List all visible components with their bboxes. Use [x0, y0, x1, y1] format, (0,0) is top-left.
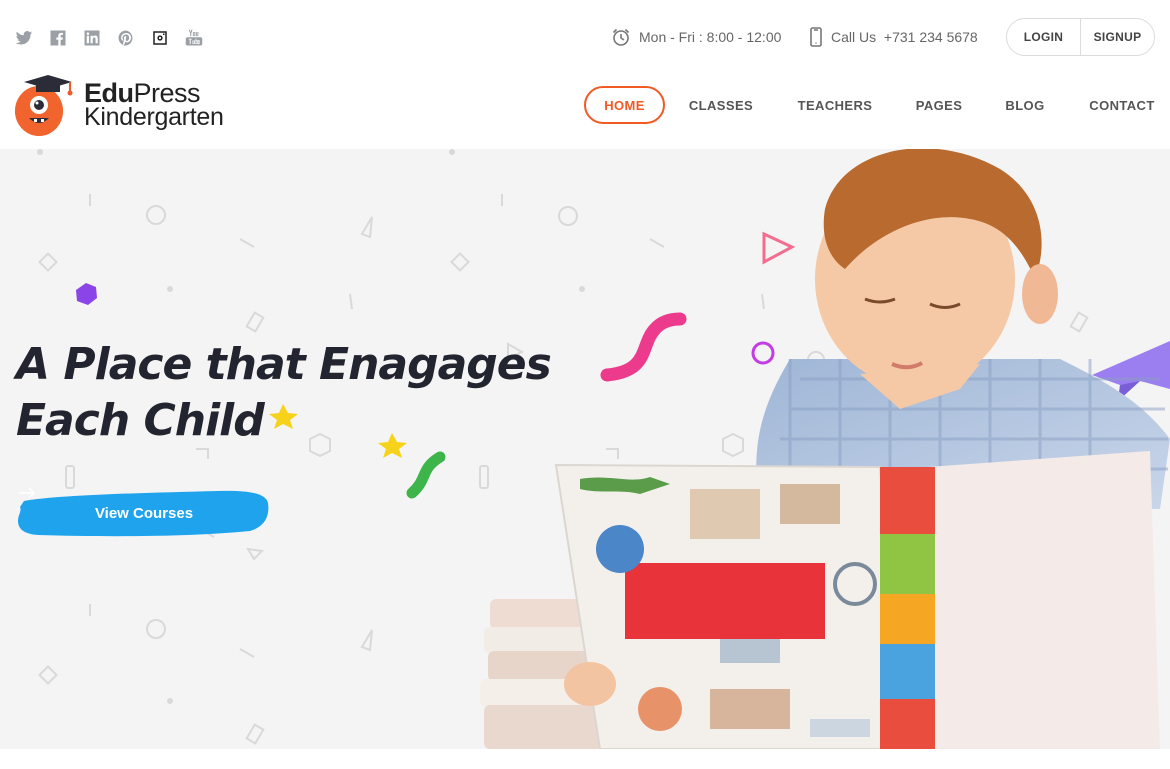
twitter-icon[interactable]	[14, 28, 33, 47]
arrow-right-icon	[19, 487, 36, 499]
mobile-phone-icon	[810, 27, 822, 47]
opening-hours-text: Mon - Fri : 8:00 - 12:00	[639, 29, 782, 45]
nav-classes[interactable]: CLASSES	[680, 86, 762, 124]
auth-buttons: LOGIN SIGNUP	[1006, 18, 1155, 56]
linkedin-icon[interactable]	[82, 28, 101, 47]
hero-headline-line1: A Place that Enagages	[16, 339, 552, 390]
top-bar: Mon - Fri : 8:00 - 12:00 Call Us +731 23…	[0, 0, 1170, 75]
hero-headline: A Place that Enagages Each Child	[16, 337, 552, 449]
nav-home[interactable]: HOME	[584, 86, 665, 124]
phone-text: Call Us +731 234 5678	[831, 29, 978, 45]
nav-teachers[interactable]: TEACHERS	[788, 86, 882, 124]
main-nav: HOME CLASSES TEACHERS PAGES BLOG CONTACT	[0, 86, 1170, 124]
alarm-clock-icon	[612, 28, 630, 46]
hero-headline-line2: Each Child	[16, 395, 265, 446]
nav-blog[interactable]: BLOG	[996, 86, 1054, 124]
login-button[interactable]: LOGIN	[1007, 19, 1080, 55]
boy-reading-book-image	[480, 149, 1170, 749]
social-links	[14, 28, 203, 47]
nav-contact[interactable]: CONTACT	[1082, 86, 1162, 124]
nav-pages[interactable]: PAGES	[906, 86, 972, 124]
phone-contact: Call Us +731 234 5678	[809, 27, 978, 47]
view-courses-label: View Courses	[94, 504, 194, 522]
youtube-icon[interactable]	[184, 28, 203, 47]
pinterest-icon[interactable]	[116, 28, 135, 47]
signup-button[interactable]: SIGNUP	[1080, 19, 1154, 55]
view-courses-button[interactable]: View Courses	[18, 487, 270, 539]
opening-hours: Mon - Fri : 8:00 - 12:00	[611, 27, 781, 47]
instagram-icon[interactable]	[150, 28, 169, 47]
hero-banner: A Place that Enagages Each Child View Co…	[0, 149, 1170, 749]
facebook-icon[interactable]	[48, 28, 67, 47]
